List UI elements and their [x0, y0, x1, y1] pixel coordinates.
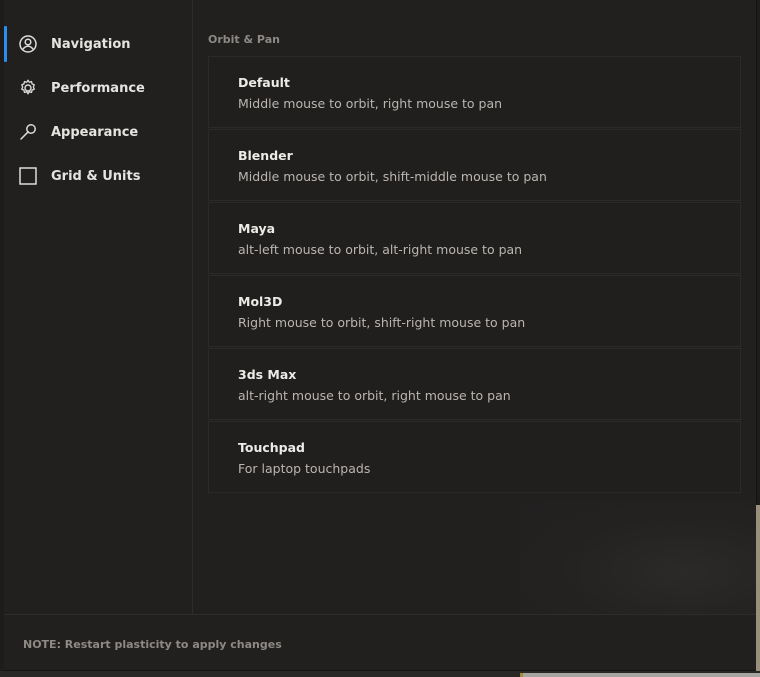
sidebar-item-appearance[interactable]: Appearance: [4, 112, 192, 152]
background-app-edge: [756, 505, 760, 675]
wrench-icon: [18, 122, 38, 142]
option-3ds-max[interactable]: 3ds Max alt-right mouse to orbit, right …: [208, 348, 741, 420]
option-title: Default: [238, 75, 290, 90]
sidebar-item-label: Grid & Units: [51, 168, 141, 184]
sidebar-item-performance[interactable]: Performance: [4, 68, 192, 108]
option-title: Maya: [238, 221, 276, 236]
sidebar-item-label: Performance: [51, 80, 145, 96]
sidebar-item-label: Navigation: [51, 36, 131, 52]
user-circle-icon: [18, 34, 38, 54]
sidebar-item-grid-units[interactable]: Grid & Units: [4, 156, 192, 196]
restart-note: NOTE: Restart plasticity to apply change…: [23, 638, 282, 651]
option-maya[interactable]: Maya alt-left mouse to orbit, alt-right …: [208, 202, 741, 274]
option-title: Blender: [238, 148, 293, 163]
active-indicator: [4, 26, 7, 62]
option-description: Middle mouse to orbit, right mouse to pa…: [238, 96, 503, 111]
option-title: 3ds Max: [238, 367, 297, 382]
section-title: Orbit & Pan: [208, 33, 280, 46]
background-app-strip: [0, 671, 760, 677]
settings-footer: NOTE: Restart plasticity to apply change…: [4, 614, 756, 670]
gear-icon: [18, 78, 38, 98]
option-mol3d[interactable]: Mol3D Right mouse to orbit, shift-right …: [208, 275, 741, 347]
option-touchpad[interactable]: Touchpad For laptop touchpads: [208, 421, 741, 493]
sidebar-item-navigation[interactable]: Navigation: [4, 24, 192, 64]
option-default[interactable]: Default Middle mouse to orbit, right mou…: [208, 56, 741, 128]
option-description: Right mouse to orbit, shift-right mouse …: [238, 315, 526, 330]
option-description: Middle mouse to orbit, shift-middle mous…: [238, 169, 547, 184]
option-description: For laptop touchpads: [238, 461, 371, 476]
settings-window: Navigation Performance Appearance Grid &…: [4, 0, 757, 671]
sidebar-item-label: Appearance: [51, 124, 139, 140]
square-icon: [18, 166, 38, 186]
settings-sidebar: Navigation Performance Appearance Grid &…: [4, 0, 193, 614]
option-description: alt-right mouse to orbit, right mouse to…: [238, 388, 511, 403]
option-title: Touchpad: [238, 440, 305, 455]
option-title: Mol3D: [238, 294, 283, 309]
option-blender[interactable]: Blender Middle mouse to orbit, shift-mid…: [208, 129, 741, 201]
settings-content: Orbit & Pan Default Middle mouse to orbi…: [193, 0, 756, 614]
option-description: alt-left mouse to orbit, alt-right mouse…: [238, 242, 523, 257]
